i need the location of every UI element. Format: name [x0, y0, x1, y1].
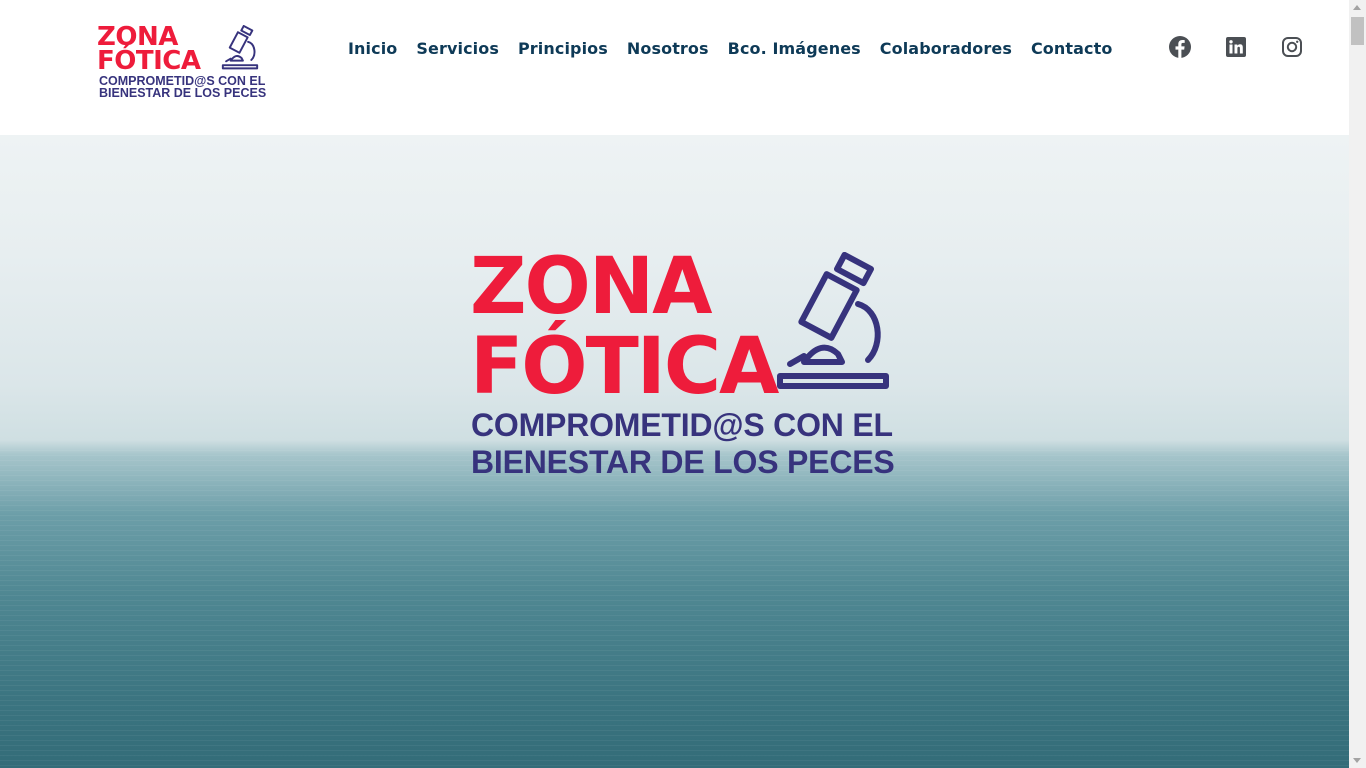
- sea-surface: [0, 450, 1349, 768]
- microscope-icon: [777, 252, 889, 389]
- logo-tagline-2: BIENESTAR DE LOS PECES: [99, 86, 267, 100]
- nav-item-bco-imagenes[interactable]: Bco. Imágenes: [728, 37, 861, 61]
- main-nav: Inicio Servicios Principios Nosotros Bco…: [348, 37, 1131, 61]
- page-scrollbar[interactable]: [1349, 0, 1366, 768]
- site-header: ZONA FÓTICA COMPROMETID@S CON EL BIENEST…: [0, 0, 1349, 135]
- facebook-icon[interactable]: [1168, 35, 1192, 59]
- scroll-down-arrow-icon[interactable]: [1353, 758, 1361, 763]
- nav-item-principios[interactable]: Principios: [518, 37, 608, 61]
- microscope-icon: [221, 25, 259, 70]
- nav-item-servicios[interactable]: Servicios: [416, 37, 499, 61]
- hero-logo: ZONA FÓTICA COMPROMETID@S CON EL BIENEST…: [470, 242, 895, 480]
- instagram-icon[interactable]: [1280, 35, 1304, 59]
- logo-line-2: FÓTICA: [97, 46, 201, 76]
- nav-item-contacto[interactable]: Contacto: [1031, 37, 1113, 61]
- nav-item-nosotros[interactable]: Nosotros: [627, 37, 709, 61]
- hero-logo-line-1: ZONA: [470, 242, 713, 332]
- scroll-up-arrow-icon[interactable]: [1353, 5, 1361, 10]
- hero-tagline-1: COMPROMETID@S CON EL: [471, 407, 893, 443]
- linkedin-icon[interactable]: [1224, 35, 1248, 59]
- hero-ocean-background: ZONA FÓTICA COMPROMETID@S CON EL BIENEST…: [0, 135, 1349, 768]
- hero-logo-line-2: FÓTICA: [470, 322, 779, 412]
- nav-item-inicio[interactable]: Inicio: [348, 37, 397, 61]
- nav-item-colaboradores[interactable]: Colaboradores: [880, 37, 1012, 61]
- hero-tagline-2: BIENESTAR DE LOS PECES: [471, 444, 895, 480]
- site-logo[interactable]: ZONA FÓTICA COMPROMETID@S CON EL BIENEST…: [97, 24, 267, 104]
- scroll-thumb[interactable]: [1351, 17, 1364, 45]
